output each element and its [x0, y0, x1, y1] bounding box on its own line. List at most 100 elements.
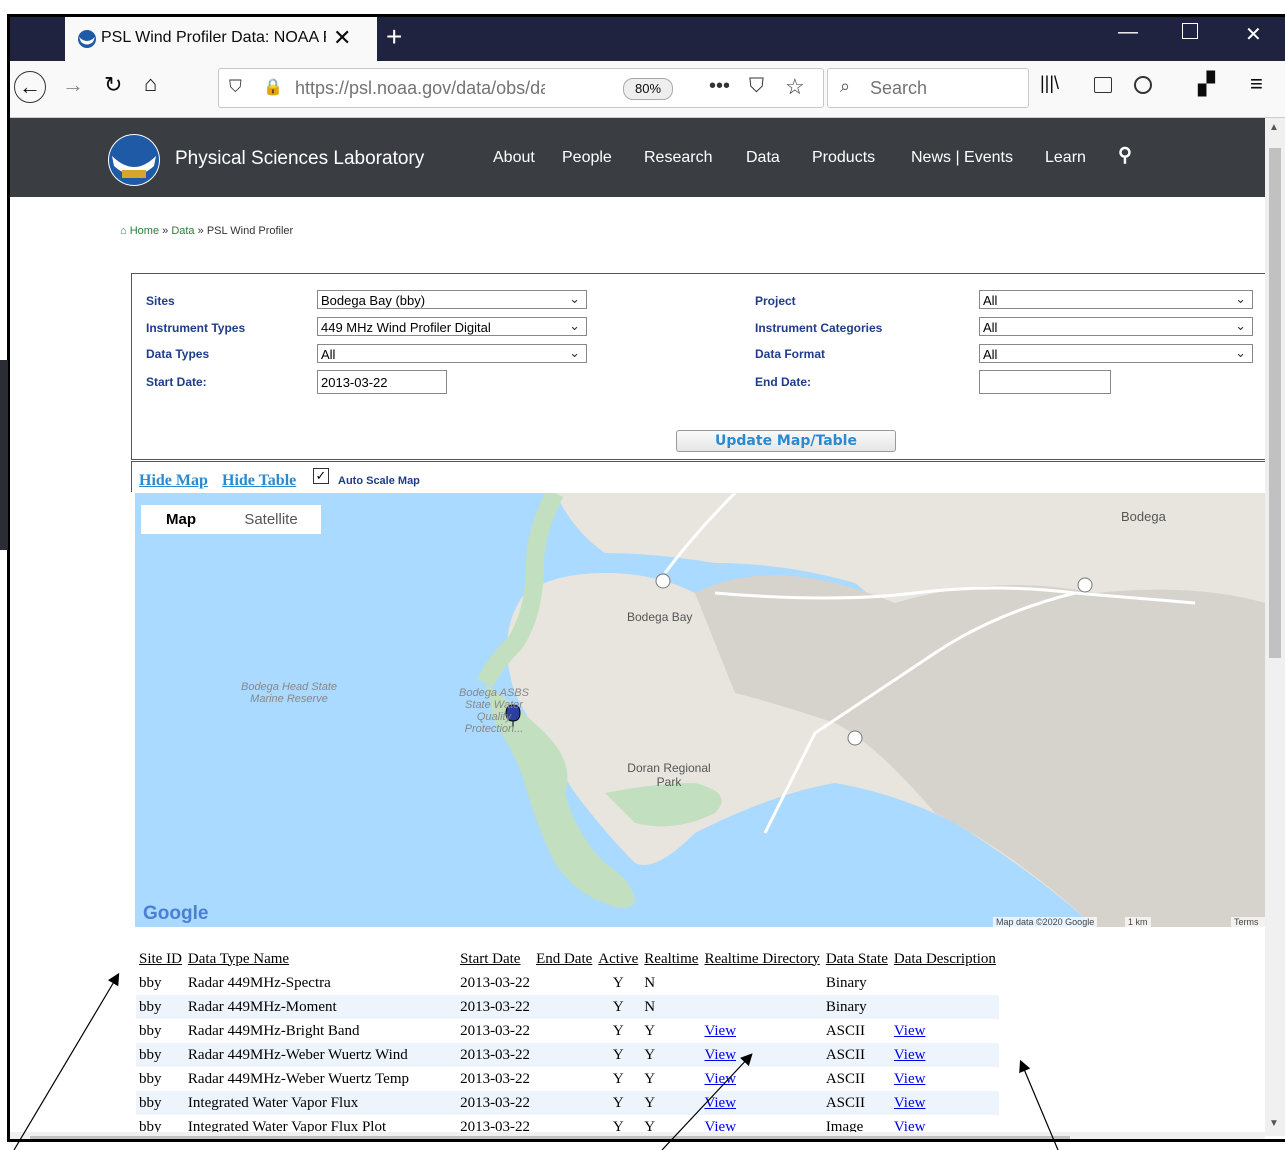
url-bar[interactable]: ⛉ 🔒 https://psl.noaa.gov/data/obs/data/i… — [218, 68, 824, 108]
scroll-up-icon[interactable]: ▲ — [1269, 122, 1279, 133]
menu-learn[interactable]: Learn — [1045, 149, 1086, 167]
sidebar-icon[interactable] — [1094, 77, 1112, 93]
auto-scale-checkbox[interactable]: ✓ — [313, 468, 329, 484]
instrument-categories-select[interactable]: All ⌄ — [979, 317, 1253, 336]
maximize-icon[interactable] — [1182, 23, 1198, 39]
menu-icon[interactable]: ≡ — [1250, 71, 1263, 97]
map-view[interactable]: Map Satellite Bodega Bodega Bay Bodega H… — [135, 493, 1265, 927]
map-terms-link[interactable]: Terms — [1231, 917, 1265, 927]
lock-icon[interactable]: 🔒 — [263, 77, 283, 97]
hide-map-link[interactable]: Hide Map — [139, 472, 208, 490]
breadcrumb-home[interactable]: ⌂ Home — [120, 225, 159, 237]
breadcrumb-home-label[interactable]: Home — [130, 225, 159, 237]
tab-close-icon[interactable]: ✕ — [333, 25, 351, 51]
cell-dir: View — [701, 1019, 822, 1043]
column-data-state[interactable]: Data State — [823, 947, 891, 971]
data-description-view-link[interactable]: View — [894, 1071, 926, 1087]
column-active[interactable]: Active — [595, 947, 641, 971]
pocket-icon[interactable]: ⛉ — [749, 75, 764, 98]
data-description-view-link[interactable]: View — [894, 1047, 926, 1063]
cell-start: 2013-03-22 — [457, 1043, 534, 1067]
browser-tab[interactable]: PSL Wind Profiler Data: NOAA PSL ✕ — [65, 17, 377, 61]
column-data-type-name[interactable]: Data Type Name — [185, 947, 457, 971]
data-format-select[interactable]: All ⌄ — [979, 344, 1253, 363]
realtime-directory-view-link[interactable]: View — [704, 1095, 736, 1111]
data-types-value: All — [321, 347, 336, 362]
cell-end — [533, 995, 596, 1019]
cell-dir: View — [701, 1091, 823, 1115]
url-text[interactable]: https://psl.noaa.gov/data/obs/data/index… — [295, 78, 545, 99]
data-description-view-link[interactable]: View — [894, 1095, 926, 1111]
cell-desc — [890, 995, 999, 1019]
instrument-types-select[interactable]: 449 MHz Wind Profiler Digital ⌄ — [317, 317, 587, 336]
realtime-directory-view-link[interactable]: View — [704, 1071, 736, 1087]
data-description-view-link[interactable]: View — [894, 1023, 926, 1039]
map-toolbar: Hide Map Hide Table ✓ Auto Scale Map — [131, 461, 1272, 492]
cell-state: Binary — [825, 974, 867, 991]
sites-select[interactable]: Bodega Bay (bby) ⌄ — [317, 290, 587, 309]
start-date-input[interactable]: 2013-03-22 — [317, 370, 447, 394]
google-logo[interactable]: Google — [143, 903, 208, 925]
new-tab-icon[interactable]: + — [386, 21, 402, 53]
library-icon[interactable]: |||\ — [1040, 73, 1059, 94]
minimize-icon[interactable]: — — [1118, 21, 1138, 44]
menu-research[interactable]: Research — [644, 149, 712, 167]
forward-icon[interactable]: → — [62, 72, 84, 98]
column-realtime[interactable]: Realtime — [641, 947, 701, 971]
column-data-description[interactable]: Data Description — [891, 947, 999, 971]
search-box[interactable]: ⌕ Search — [827, 68, 1029, 108]
account-icon[interactable] — [1134, 76, 1152, 94]
instrument-categories-value: All — [983, 320, 998, 335]
search-placeholder[interactable]: Search — [870, 78, 927, 99]
cell-active: Y — [612, 1070, 624, 1087]
tracking-shield-icon[interactable]: ⛉ — [229, 77, 242, 97]
map-type-satellite-button[interactable]: Satellite — [221, 505, 321, 534]
column-site-id[interactable]: Site ID — [136, 947, 185, 971]
column-realtime-directory[interactable]: Realtime Directory — [701, 947, 822, 971]
hide-table-link[interactable]: Hide Table — [222, 472, 296, 490]
table-row: bby Integrated Water Vapor Flux 2013-03-… — [136, 1091, 999, 1115]
end-date-input[interactable] — [979, 370, 1111, 394]
menu-data[interactable]: Data — [746, 149, 780, 167]
back-icon[interactable]: ← — [14, 71, 46, 103]
horizontal-scrollbar[interactable]: › — [10, 1132, 1265, 1139]
map-label-bodega-head: Bodega Head State Marine Reserve — [240, 681, 338, 705]
column-start-date[interactable]: Start Date — [457, 947, 533, 971]
window-close-icon[interactable]: ✕ — [1245, 22, 1262, 47]
vertical-scroll-thumb[interactable] — [1269, 148, 1281, 658]
zoom-indicator[interactable]: 80% — [623, 78, 673, 100]
realtime-directory-view-link[interactable]: View — [704, 1047, 736, 1063]
map-scale[interactable]: 1 km — [1125, 917, 1151, 927]
page-actions-icon[interactable]: ••• — [709, 75, 730, 98]
site-brand[interactable]: Physical Sciences Laboratory — [175, 148, 424, 170]
menu-products[interactable]: Products — [812, 149, 875, 167]
home-icon: ⌂ — [120, 225, 127, 237]
extensions-icon[interactable]: ▞ — [1198, 71, 1215, 97]
reload-icon[interactable]: ↻ — [104, 72, 122, 98]
cell-active: Y — [595, 1091, 642, 1115]
menu-about[interactable]: About — [493, 149, 535, 167]
project-select[interactable]: All ⌄ — [979, 290, 1253, 309]
map-type-map-button[interactable]: Map — [141, 505, 221, 534]
scroll-down-icon[interactable]: ▼ — [1269, 1118, 1279, 1129]
instrument-categories-label: Instrument Categories — [755, 321, 883, 335]
vertical-scrollbar[interactable]: ▲ ▼ — [1265, 118, 1285, 1136]
scroll-right-icon[interactable]: › — [1248, 1134, 1252, 1139]
cell-desc: View — [890, 1091, 999, 1115]
cell-active: Y — [612, 974, 624, 991]
menu-news-events[interactable]: News | Events — [911, 149, 1013, 167]
bookmark-star-icon[interactable]: ☆ — [785, 74, 805, 100]
data-types-select[interactable]: All ⌄ — [317, 344, 587, 363]
site-search-icon[interactable]: ⚲ — [1118, 144, 1132, 167]
horizontal-scroll-thumb[interactable] — [30, 1136, 1070, 1139]
realtime-directory-view-link[interactable]: View — [704, 1023, 736, 1039]
column-end-date[interactable]: End Date — [533, 947, 595, 971]
cell-active: Y — [612, 1022, 624, 1039]
update-map-table-button[interactable]: Update Map/Table — [676, 430, 896, 452]
noaa-logo[interactable] — [108, 134, 160, 186]
breadcrumb-data[interactable]: Data — [171, 225, 194, 237]
map-attribution[interactable]: Map data ©2020 Google — [993, 917, 1098, 927]
menu-people[interactable]: People — [562, 149, 612, 167]
cell-site: bby — [139, 1070, 162, 1087]
home-icon[interactable]: ⌂ — [144, 71, 157, 97]
